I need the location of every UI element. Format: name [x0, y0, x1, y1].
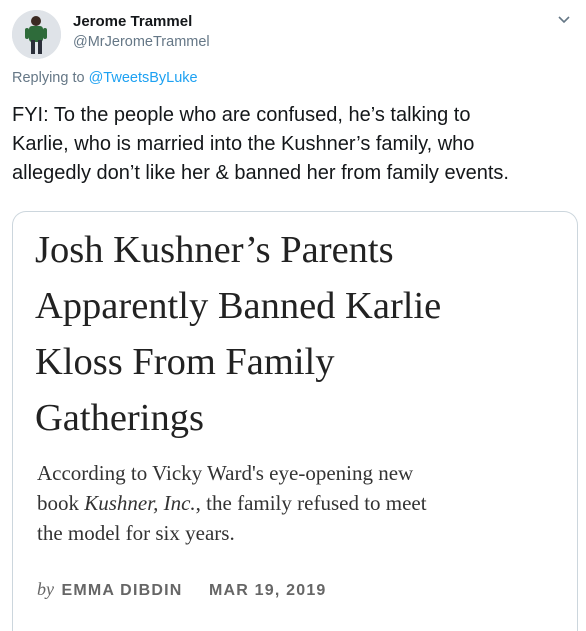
replying-to-link[interactable]: @TweetsByLuke: [89, 70, 198, 86]
replying-to-label: Replying to: [12, 70, 89, 86]
byline-author: EMMA DIBDIN: [61, 582, 183, 599]
chevron-down-icon[interactable]: [556, 12, 572, 28]
avatar[interactable]: [12, 10, 61, 59]
byline: by EMMA DIBDIN MAR 19, 2019: [37, 579, 327, 600]
card-headline[interactable]: Josh Kushner’s Parents Apparently Banned…: [35, 222, 575, 446]
card-description: According to Vicky Ward's eye-opening ne…: [37, 458, 577, 548]
byline-date: MAR 19, 2019: [208, 582, 327, 599]
replying-to-line: Replying to @TweetsByLuke: [12, 70, 198, 86]
display-name[interactable]: Jerome Trammel: [73, 13, 192, 30]
link-card[interactable]: Josh Kushner’s Parents Apparently Banned…: [12, 211, 578, 631]
tweet-text: FYI: To the people who are confused, he’…: [12, 104, 509, 184]
user-handle[interactable]: @MrJeromeTrammel: [73, 34, 210, 50]
byline-by: by: [37, 579, 54, 599]
avatar-figure-icon: [12, 10, 61, 59]
dek-book-title: Kushner, Inc.: [84, 491, 196, 515]
